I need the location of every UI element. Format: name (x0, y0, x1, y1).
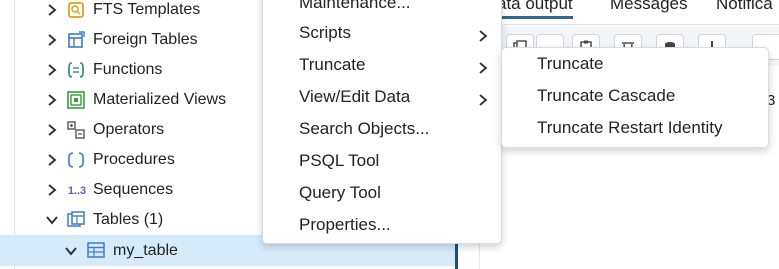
tree-item-label: Materialized Views (93, 91, 227, 108)
menu-item-query-tool[interactable]: Query Tool (263, 177, 501, 209)
menu-item-label: Truncate (299, 55, 366, 74)
tree-item-label: my_table (113, 241, 178, 259)
sequences-icon: 1..3 (67, 185, 87, 197)
chevron-right-icon (477, 59, 489, 74)
tab-notifications[interactable]: Notifica (716, 0, 773, 14)
menu-item-search-objects[interactable]: Search Objects... (263, 113, 501, 145)
menu-item-label: View/Edit Data (299, 87, 411, 106)
fts-templates-icon (67, 1, 85, 19)
menu-item-label: Query Tool (299, 183, 381, 202)
menu-item-label: Properties... (299, 215, 391, 234)
menu-item-scripts[interactable]: Scripts (263, 17, 501, 49)
menu-item-properties[interactable]: Properties... (263, 209, 501, 241)
foreign-tables-icon (67, 31, 85, 49)
result-tabs: ata output Messages Notifica (480, 0, 779, 25)
chevron-right-icon[interactable] (45, 123, 59, 137)
tables-icon (67, 211, 85, 229)
chevron-right-icon[interactable] (45, 3, 59, 17)
procedures-icon (67, 151, 85, 169)
materialized-views-icon (67, 91, 85, 109)
tree-item-label: Operators (93, 121, 165, 138)
truncate-submenu: Truncate Truncate Cascade Truncate Resta… (501, 47, 769, 148)
chevron-right-icon[interactable] (45, 33, 59, 47)
menu-item-label: Search Objects... (299, 119, 430, 138)
chevron-right-icon[interactable] (45, 93, 59, 107)
tree-item-label: Foreign Tables (93, 31, 198, 48)
menu-item-truncate[interactable]: Truncate (263, 49, 501, 81)
chevron-right-icon (477, 27, 489, 42)
menu-item-label: Maintenance... (299, 0, 411, 12)
menu-item-label: Scripts (299, 23, 351, 42)
operators-icon (67, 121, 85, 139)
chevron-right-icon[interactable] (45, 63, 59, 77)
chevron-right-icon[interactable] (45, 153, 59, 167)
tree-item-label: Functions (93, 61, 163, 78)
menu-item-label: PSQL Tool (299, 151, 380, 170)
context-menu: Maintenance... Scripts Truncate View/Edi… (262, 0, 502, 244)
tree-item-label: Sequences (93, 181, 174, 198)
tab-data-output[interactable]: ata output (497, 0, 573, 19)
tree-item-label: Tables (1) (93, 211, 164, 228)
tree-item-label: FTS Templates (93, 1, 201, 18)
chevron-right-icon (477, 91, 489, 106)
submenu-item-truncate[interactable]: Truncate (502, 48, 768, 80)
menu-item-view-edit-data[interactable]: View/Edit Data (263, 81, 501, 113)
menu-item-psql-tool[interactable]: PSQL Tool (263, 145, 501, 177)
tab-messages[interactable]: Messages (610, 0, 687, 14)
chevron-down-icon[interactable] (64, 244, 78, 258)
tree-item-label: Procedures (93, 151, 175, 168)
chevron-down-icon[interactable] (45, 213, 59, 227)
chevron-right-icon[interactable] (45, 183, 59, 197)
submenu-item-truncate-cascade[interactable]: Truncate Cascade (502, 80, 768, 112)
submenu-item-truncate-restart-identity[interactable]: Truncate Restart Identity (502, 112, 768, 144)
functions-icon (67, 61, 85, 79)
table-icon (87, 241, 105, 259)
